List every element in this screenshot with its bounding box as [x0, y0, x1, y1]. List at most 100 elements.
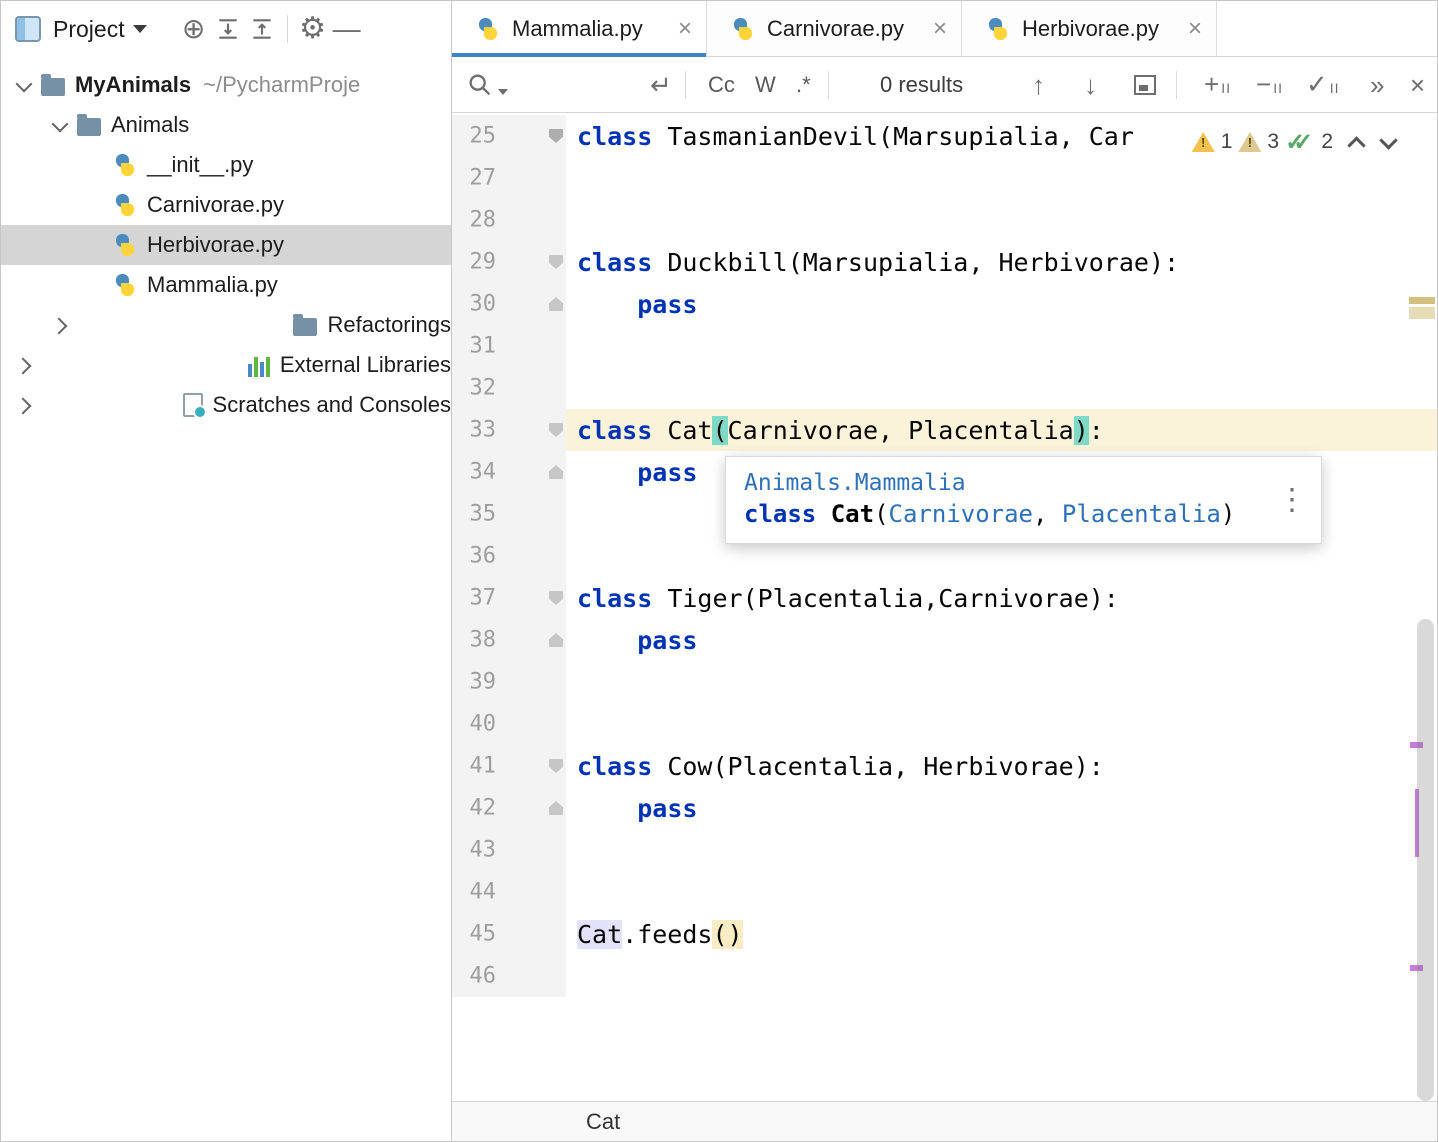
editor-gutter[interactable]: 38 [452, 619, 566, 661]
fold-collapsed-icon[interactable] [549, 129, 563, 143]
editor-gutter[interactable]: 25 [452, 115, 566, 157]
code-line-27[interactable]: 27 [452, 157, 1437, 199]
tree-item-refactorings[interactable]: Refactorings [1, 305, 451, 345]
code-line-43[interactable]: 43 [452, 829, 1437, 871]
search-options-button[interactable] [466, 57, 508, 112]
settings-button[interactable]: ⚙ [296, 12, 330, 46]
editor-gutter[interactable]: 46 [452, 955, 566, 997]
editor-gutter[interactable]: 40 [452, 703, 566, 745]
next-occurrence-button[interactable]: ↓ [1084, 57, 1097, 112]
scrollbar-thumb[interactable] [1417, 619, 1434, 1101]
tree-item-scratches-and-consoles[interactable]: Scratches and Consoles [1, 385, 451, 425]
code-line-37[interactable]: 37class Tiger(Placentalia,Carnivorae): [452, 577, 1437, 619]
code-line-33[interactable]: 33class Cat(Carnivorae, Placentalia): [452, 409, 1437, 451]
fold-end-icon[interactable] [549, 465, 563, 479]
code-line-29[interactable]: 29class Duckbill(Marsupialia, Herbivorae… [452, 241, 1437, 283]
editor-gutter[interactable]: 37 [452, 577, 566, 619]
stripe-warning-mark[interactable] [1409, 297, 1435, 304]
editor-gutter[interactable]: 35 [452, 493, 566, 535]
previous-problem-button[interactable] [1347, 133, 1365, 151]
code-line-32[interactable]: 32 [452, 367, 1437, 409]
code-line-30[interactable]: 30 pass [452, 283, 1437, 325]
tooltip-namespace-link[interactable]: Animals.Mammalia [744, 470, 1269, 496]
kebab-menu-icon[interactable]: ⋮ [1277, 483, 1307, 518]
tree-item-herbivorae-py[interactable]: Herbivorae.py [1, 225, 451, 265]
tree-item-external-libraries[interactable]: External Libraries [1, 345, 451, 385]
regex-toggle[interactable]: .* [796, 57, 811, 112]
tree-item-mammalia-py[interactable]: Mammalia.py [1, 265, 451, 305]
error-stripe[interactable] [1407, 113, 1437, 1101]
editor-gutter[interactable]: 29 [452, 241, 566, 283]
breadcrumb-item[interactable]: Cat [586, 1109, 620, 1135]
remove-occurrence-button[interactable]: −II [1256, 57, 1283, 112]
code-line-46[interactable]: 46 [452, 955, 1437, 997]
code-editor[interactable]: 25class TasmanianDevil(Marsupialia, Car2… [452, 113, 1437, 1101]
newline-button[interactable]: ↵ [650, 57, 672, 112]
fold-end-icon[interactable] [549, 633, 563, 647]
code-line-45[interactable]: 45Cat.feeds() [452, 913, 1437, 955]
code-line-28[interactable]: 28 [452, 199, 1437, 241]
tree-item-myanimals[interactable]: MyAnimals~/PycharmProje [1, 65, 451, 105]
tree-item-carnivorae-py[interactable]: Carnivorae.py [1, 185, 451, 225]
next-problem-button[interactable] [1379, 133, 1397, 151]
search-input[interactable] [514, 65, 654, 105]
chevron-down-icon[interactable] [133, 25, 147, 33]
more-options-button[interactable]: » [1370, 57, 1384, 112]
words-toggle[interactable]: W [755, 57, 776, 112]
editor-gutter[interactable]: 42 [452, 787, 566, 829]
chevron-right-icon[interactable] [9, 350, 246, 380]
editor-gutter[interactable]: 36 [452, 535, 566, 577]
hide-panel-button[interactable]: — [330, 12, 364, 46]
collapse-all-button[interactable] [245, 12, 279, 46]
close-find-bar-button[interactable]: × [1410, 57, 1425, 112]
editor-gutter[interactable]: 34 [452, 451, 566, 493]
code-line-41[interactable]: 41class Cow(Placentalia, Herbivorae): [452, 745, 1437, 787]
code-line-44[interactable]: 44 [452, 871, 1437, 913]
inspections-widget[interactable]: ! 1 ! 3 ✓✓ 2 [1182, 121, 1407, 163]
code-line-39[interactable]: 39 [452, 661, 1437, 703]
fold-start-icon[interactable] [549, 759, 563, 773]
editor-gutter[interactable]: 45 [452, 913, 566, 955]
fold-start-icon[interactable] [549, 591, 563, 605]
select-all-occurrences-button[interactable]: ✓II [1306, 57, 1340, 112]
editor-gutter[interactable]: 32 [452, 367, 566, 409]
editor-gutter[interactable]: 33 [452, 409, 566, 451]
tab-carnivorae[interactable]: Carnivorae.py× [707, 1, 962, 56]
previous-occurrence-button[interactable]: ↑ [1032, 57, 1045, 112]
editor-gutter[interactable]: 27 [452, 157, 566, 199]
code-line-42[interactable]: 42 pass [452, 787, 1437, 829]
editor-gutter[interactable]: 44 [452, 871, 566, 913]
code-line-38[interactable]: 38 pass [452, 619, 1437, 661]
close-icon[interactable]: × [678, 17, 692, 41]
chevron-down-icon[interactable] [9, 70, 39, 100]
code-line-31[interactable]: 31 [452, 325, 1437, 367]
locate-file-button[interactable]: ⊕ [177, 12, 211, 46]
editor-gutter[interactable]: 43 [452, 829, 566, 871]
editor-gutter[interactable]: 39 [452, 661, 566, 703]
stripe-warning-mark[interactable] [1409, 307, 1435, 319]
chevron-down-icon[interactable] [45, 110, 75, 140]
open-in-find-window-button[interactable] [1134, 57, 1156, 112]
fold-end-icon[interactable] [549, 801, 563, 815]
fold-start-icon[interactable] [549, 255, 563, 269]
close-icon[interactable]: × [933, 17, 947, 41]
tree-item-init-py[interactable]: __init__.py [1, 145, 451, 185]
tab-herbivorae[interactable]: Herbivorae.py× [962, 1, 1217, 56]
fold-end-icon[interactable] [549, 297, 563, 311]
editor-gutter[interactable]: 31 [452, 325, 566, 367]
chevron-right-icon[interactable] [9, 390, 181, 420]
chevron-right-icon[interactable] [45, 310, 291, 340]
editor-gutter[interactable]: 41 [452, 745, 566, 787]
expand-all-button[interactable] [211, 12, 245, 46]
tree-item-animals[interactable]: Animals [1, 105, 451, 145]
fold-start-icon[interactable] [549, 423, 563, 437]
code-line-40[interactable]: 40 [452, 703, 1437, 745]
editor-gutter[interactable]: 30 [452, 283, 566, 325]
tab-mammalia[interactable]: Mammalia.py× [452, 1, 707, 56]
close-icon[interactable]: × [1188, 17, 1202, 41]
tab-bar: Mammalia.py×Carnivorae.py×Herbivorae.py× [452, 1, 1437, 57]
match-case-toggle[interactable]: Cc [708, 57, 735, 112]
editor-gutter[interactable]: 28 [452, 199, 566, 241]
add-occurrence-button[interactable]: +II [1204, 57, 1231, 112]
project-panel-title[interactable]: Project [53, 16, 125, 43]
